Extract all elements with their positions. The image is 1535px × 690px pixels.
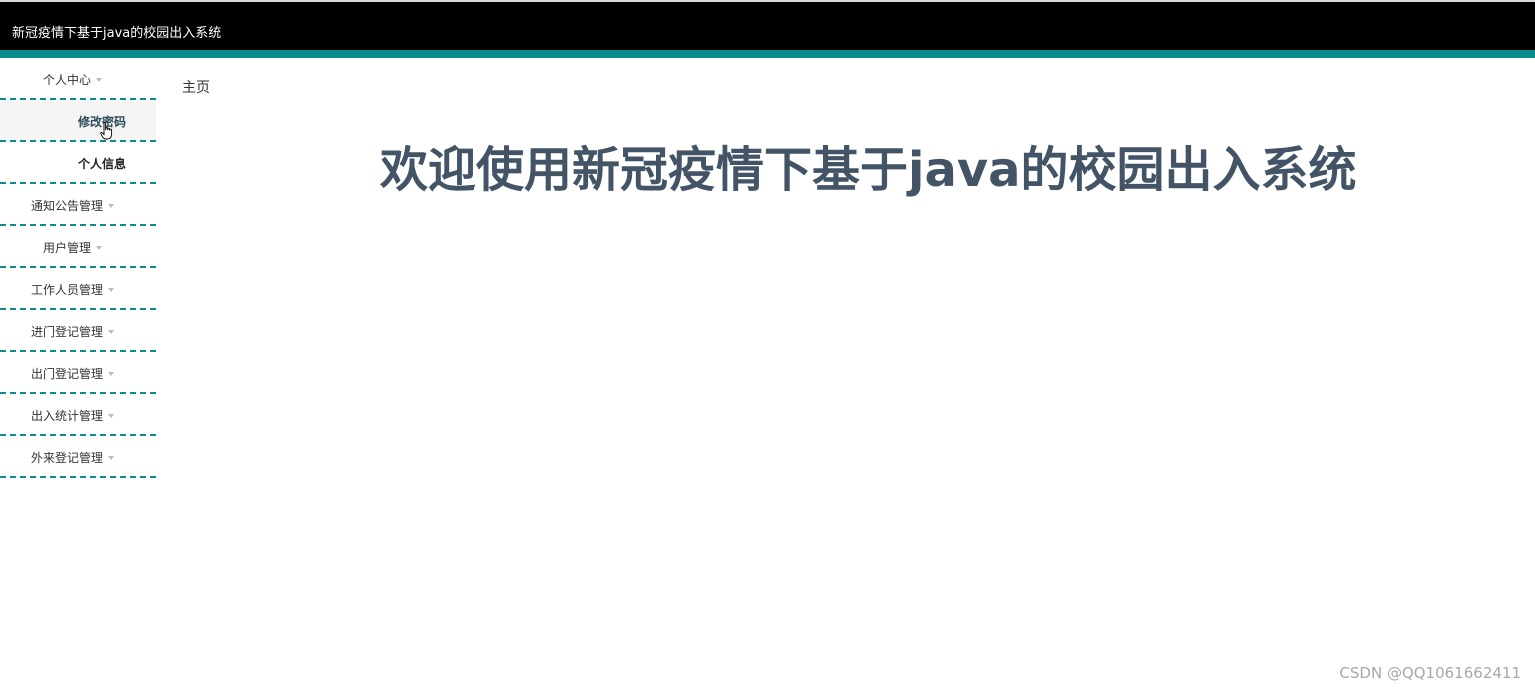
sidebar-item-access-statistics[interactable]: 出入统计管理 <box>0 394 156 436</box>
sidebar-subitem-personal-info[interactable]: 个人信息 <box>0 142 156 184</box>
sidebar-item-entry-registration[interactable]: 进门登记管理 <box>0 310 156 352</box>
app-title: 新冠疫情下基于java的校园出入系统 <box>12 26 222 41</box>
caret-down-icon <box>108 371 114 376</box>
sidebar-item-visitor-registration[interactable]: 外来登记管理 <box>0 436 156 478</box>
caret-down-icon <box>108 203 114 208</box>
sidebar-item-label: 进门登记管理 <box>30 325 103 339</box>
sidebar-item-personal-center[interactable]: 个人中心 <box>0 58 156 100</box>
watermark-text: CSDN @QQ1061662411 <box>1339 664 1521 682</box>
header-accent-bar <box>0 50 1535 58</box>
sidebar-item-label: 出门登记管理 <box>30 367 103 381</box>
caret-down-icon <box>96 245 102 250</box>
sidebar-item-label: 通知公告管理 <box>30 199 103 213</box>
sidebar-menu: 个人中心 修改密码 个人信息 通知公告管理 用户管理 工作人员管理 进门登记管理… <box>0 58 156 478</box>
sidebar-item-staff-management[interactable]: 工作人员管理 <box>0 268 156 310</box>
sidebar-item-user-management[interactable]: 用户管理 <box>0 226 156 268</box>
caret-down-icon <box>108 287 114 292</box>
sidebar-item-notice-management[interactable]: 通知公告管理 <box>0 184 156 226</box>
caret-down-icon <box>108 413 114 418</box>
sidebar-subitem-change-password[interactable]: 修改密码 <box>0 100 156 142</box>
hand-pointer-cursor-icon <box>100 122 113 140</box>
sidebar-item-label: 用户管理 <box>42 241 91 255</box>
breadcrumb-home[interactable]: 主页 <box>182 77 210 97</box>
caret-down-icon <box>108 329 114 334</box>
welcome-heading: 欢迎使用新冠疫情下基于java的校园出入系统 <box>380 142 1357 198</box>
sidebar-item-label: 个人中心 <box>42 73 91 87</box>
sidebar-item-label: 出入统计管理 <box>30 409 103 423</box>
sidebar-item-exit-registration[interactable]: 出门登记管理 <box>0 352 156 394</box>
sidebar-item-label: 外来登记管理 <box>30 451 103 465</box>
app-window: 新冠疫情下基于java的校园出入系统 个人中心 修改密码 个人信息 通知公告管理… <box>0 0 1535 690</box>
caret-down-icon <box>96 77 102 82</box>
sidebar-subitem-label: 个人信息 <box>78 157 127 171</box>
top-header-bar: 新冠疫情下基于java的校园出入系统 <box>0 0 1535 50</box>
sidebar-item-label: 工作人员管理 <box>30 283 103 297</box>
caret-down-icon <box>108 455 114 460</box>
